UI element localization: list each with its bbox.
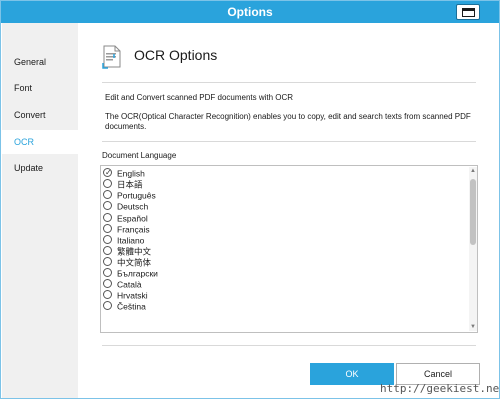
sidebar-item-convert[interactable]: Convert xyxy=(2,103,78,127)
title-bar[interactable]: Options xyxy=(1,1,499,23)
language-label: 日本語 xyxy=(117,179,143,190)
language-option-spanish[interactable]: Español xyxy=(103,213,463,224)
language-option-simplified-chinese[interactable]: 中文简体 xyxy=(103,257,463,268)
sidebar-item-font[interactable]: Font xyxy=(2,76,78,100)
language-option-bulgarian[interactable]: Български xyxy=(103,268,463,279)
checkbox[interactable] xyxy=(103,301,112,311)
language-option-french[interactable]: Français xyxy=(103,224,463,235)
language-label: Português xyxy=(117,190,156,201)
sidebar-item-label: General xyxy=(14,57,47,67)
language-option-english[interactable]: ✓ English xyxy=(103,168,463,179)
scroll-up-arrow-icon[interactable]: ▲ xyxy=(469,167,477,175)
sidebar-item-label: OCR xyxy=(14,137,34,147)
sidebar-item-label: Convert xyxy=(14,110,46,120)
checkbox[interactable] xyxy=(103,279,112,289)
sidebar-item-general[interactable]: General xyxy=(2,50,78,74)
language-label: Italiano xyxy=(117,235,145,246)
document-language-list[interactable]: ✓ English 日本語 Português Deutsch Español F… xyxy=(100,165,478,333)
watermark: http://geekiest.net xyxy=(380,382,500,395)
sidebar-item-label: Update xyxy=(14,163,44,173)
sidebar-item-label: Font xyxy=(14,83,33,93)
ocr-description-text: The OCR(Optical Character Recognition) e… xyxy=(105,112,471,131)
language-label: Hrvatski xyxy=(117,290,148,301)
checkbox[interactable]: ✓ xyxy=(103,168,112,178)
checkmark-icon: ✓ xyxy=(105,168,112,178)
checkbox[interactable] xyxy=(103,201,112,211)
language-label: Català xyxy=(117,279,142,290)
sidebar: General Font Convert OCR Update xyxy=(2,23,78,398)
checkbox[interactable] xyxy=(103,213,112,223)
scrollbar-thumb[interactable] xyxy=(470,179,476,245)
checkbox[interactable] xyxy=(103,290,112,300)
language-option-japanese[interactable]: 日本語 xyxy=(103,179,463,190)
language-label: 繁體中文 xyxy=(117,246,152,257)
language-option-italian[interactable]: Italiano xyxy=(103,235,463,246)
language-option-catalan[interactable]: Català xyxy=(103,279,463,290)
language-option-croatian[interactable]: Hrvatski xyxy=(103,290,463,301)
language-option-portuguese[interactable]: Português xyxy=(103,190,463,201)
checkbox[interactable] xyxy=(103,190,112,200)
language-label: 中文简体 xyxy=(117,257,152,268)
window-title: Options xyxy=(227,5,273,19)
language-option-german[interactable]: Deutsch xyxy=(103,201,463,212)
divider xyxy=(102,82,476,83)
window-restore-icon xyxy=(462,8,475,17)
ocr-options-panel: OCR Options Edit and Convert scanned PDF… xyxy=(78,23,499,398)
divider xyxy=(102,141,476,142)
sidebar-item-update[interactable]: Update xyxy=(2,156,78,180)
vertical-scrollbar[interactable]: ▲ ▼ xyxy=(469,167,477,331)
language-option-traditional-chinese[interactable]: 繁體中文 xyxy=(103,246,463,257)
divider xyxy=(102,345,476,346)
checkbox[interactable] xyxy=(103,268,112,278)
sidebar-item-ocr[interactable]: OCR xyxy=(2,130,78,154)
language-option-czech[interactable]: Čeština xyxy=(103,301,463,312)
language-label: Deutsch xyxy=(117,201,149,212)
checkbox[interactable] xyxy=(103,179,112,189)
language-label: Español xyxy=(117,213,148,224)
options-dialog: Options General Font Convert OCR Update xyxy=(0,0,500,399)
document-language-label: Document Language xyxy=(102,151,177,160)
checkbox[interactable] xyxy=(103,257,112,267)
checkbox[interactable] xyxy=(103,246,112,256)
scroll-down-arrow-icon[interactable]: ▼ xyxy=(469,323,477,331)
checkbox[interactable] xyxy=(103,224,112,234)
ocr-description-title: Edit and Convert scanned PDF documents w… xyxy=(105,93,294,102)
restore-window-button[interactable] xyxy=(456,4,480,20)
language-label: English xyxy=(117,168,145,179)
language-label: Български xyxy=(117,268,158,279)
checkbox[interactable] xyxy=(103,235,112,245)
page-title: OCR Options xyxy=(134,47,218,63)
language-label: Čeština xyxy=(117,301,146,312)
ocr-document-icon xyxy=(102,45,121,69)
language-label: Français xyxy=(117,224,150,235)
